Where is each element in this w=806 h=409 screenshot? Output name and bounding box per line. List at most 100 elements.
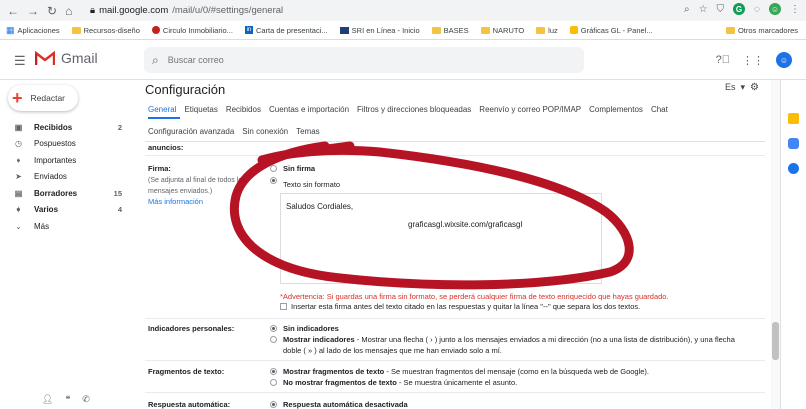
tab-chat[interactable]: Chat bbox=[651, 105, 668, 114]
bookmark-apps[interactable]: ▦ Aplicaciones bbox=[6, 25, 60, 36]
folder-list: ▣ Recibidos 2 ◷ Pospuestos ➧ Importantes ➤ En… bbox=[0, 119, 128, 235]
tab-offline[interactable]: Sin conexión bbox=[242, 127, 288, 136]
chevron-down-icon: ⌄ bbox=[15, 221, 22, 231]
clock-icon: ◷ bbox=[15, 139, 22, 149]
other-bookmarks[interactable]: Otros marcadores bbox=[725, 26, 798, 35]
tab-general[interactable]: General bbox=[148, 105, 176, 114]
search-icon[interactable]: ⌕ bbox=[152, 53, 159, 68]
search-input[interactable] bbox=[167, 55, 468, 65]
address-bar[interactable]: 🔒︎ mail.google.com/mail/u/0/#settings/ge… bbox=[90, 2, 283, 19]
insert-signature-checkbox[interactable]: Insertar esta firma antes del texto cita… bbox=[280, 302, 640, 311]
row-divider bbox=[145, 392, 765, 393]
forward-icon[interactable]: → bbox=[27, 4, 39, 18]
zoom-icon[interactable]: ⌕ bbox=[684, 4, 690, 15]
keep-icon[interactable] bbox=[788, 113, 799, 124]
prev-row-label: anuncios: bbox=[148, 143, 184, 152]
no-indicators-radio[interactable]: Sin indicadores bbox=[270, 324, 339, 333]
radio-dot bbox=[270, 368, 277, 375]
bookmark-item[interactable]: BASES bbox=[431, 26, 469, 35]
folder-icon bbox=[480, 26, 490, 34]
settings-tabs-row2: Configuración avanzada Sin conexión Tema… bbox=[148, 127, 320, 136]
apps-icon[interactable]: ⋮⋮ bbox=[742, 54, 764, 67]
search-bar[interactable]: ⌕ bbox=[144, 47, 584, 73]
tab-forwarding[interactable]: Reenvío y correo POP/IMAP bbox=[479, 105, 581, 114]
hide-snippets-radio[interactable]: No mostrar fragmentos de texto - Se mues… bbox=[270, 378, 517, 387]
no-signature-radio[interactable]: Sin firma bbox=[270, 164, 315, 173]
bookmark-item[interactable]: Circulo Inmobiliario... bbox=[151, 26, 233, 35]
main-menu-icon[interactable]: ☰ bbox=[14, 53, 26, 69]
active-tab-indicator bbox=[148, 117, 180, 119]
sidebar-item-inbox[interactable]: ▣ Recibidos 2 bbox=[0, 119, 128, 136]
compose-button[interactable]: + Redactar bbox=[8, 85, 78, 111]
label-icon: ➧ bbox=[15, 205, 22, 215]
more-info-link[interactable]: Más información bbox=[148, 197, 203, 206]
inbox-icon: ▣ bbox=[14, 122, 23, 132]
profile-avatar[interactable]: ☺ bbox=[769, 3, 781, 15]
gear-icon[interactable]: ⚙ bbox=[750, 82, 759, 93]
sidebar-item-drafts[interactable]: ▤ Borradores 15 bbox=[0, 185, 128, 202]
apps-grid-icon: ▦ bbox=[6, 24, 15, 35]
caret-down-icon: ▾ bbox=[740, 82, 746, 92]
bookmark-item[interactable]: luz bbox=[536, 26, 558, 35]
person-icon[interactable]: 👤︎ bbox=[42, 394, 53, 405]
row-divider bbox=[145, 360, 765, 361]
sri-icon bbox=[339, 26, 349, 34]
send-icon: ➤ bbox=[15, 172, 22, 182]
reload-icon[interactable]: ↻ bbox=[47, 4, 57, 18]
tab-themes[interactable]: Temas bbox=[296, 127, 320, 136]
sidebar-item-more[interactable]: ⌄ Más bbox=[0, 218, 128, 235]
scrollbar-thumb[interactable] bbox=[772, 322, 779, 360]
account-avatar[interactable]: ☺ bbox=[776, 52, 792, 68]
plain-signature-radio[interactable]: Texto sin formato bbox=[270, 176, 340, 189]
show-indicators-radio[interactable]: Mostrar indicadores - Mostrar una flecha… bbox=[270, 335, 735, 344]
bookmark-item[interactable]: Recursos-diseño bbox=[71, 26, 140, 35]
menu-dots-icon[interactable]: ⋮ bbox=[790, 4, 800, 15]
folder-icon bbox=[431, 26, 441, 34]
browser-actions: ⌕ ☆ ⛉ G ◌ ☺ ⋮ bbox=[684, 3, 800, 15]
settings-panel: Configuración Es ▾ ⚙ General Etiquetas Rec… bbox=[135, 80, 771, 409]
sidebar-item-sent[interactable]: ➤ Enviados bbox=[0, 169, 128, 186]
bookmark-item[interactable]: in Carta de presentaci... bbox=[244, 26, 328, 35]
help-icon[interactable]: ?⃝ bbox=[716, 54, 730, 66]
gmail-logo[interactable]: Gmail bbox=[35, 50, 98, 66]
sidebar-item-varios[interactable]: ➧ Varios 4 bbox=[0, 202, 128, 219]
hangouts-icon[interactable]: ❝ bbox=[65, 394, 70, 405]
calendar-icon[interactable] bbox=[788, 163, 799, 174]
bookmark-item[interactable]: NARUTO bbox=[480, 26, 524, 35]
tab-addons[interactable]: Complementos bbox=[589, 105, 643, 114]
radio-dot bbox=[270, 379, 277, 386]
draft-icon: ▤ bbox=[14, 188, 23, 198]
indicators-label: Indicadores personales: bbox=[148, 324, 235, 333]
star-icon[interactable]: ☆ bbox=[699, 4, 708, 15]
tab-advanced[interactable]: Configuración avanzada bbox=[148, 127, 234, 136]
sidebar-item-important[interactable]: ➧ Importantes bbox=[0, 152, 128, 169]
bookmark-item[interactable]: Gráficas GL - Panel... bbox=[569, 26, 653, 35]
unread-count: 2 bbox=[117, 122, 122, 132]
auto-reply-off-radio[interactable]: Respuesta automática desactivada bbox=[270, 400, 408, 409]
snippets-label: Fragmentos de texto: bbox=[148, 367, 225, 376]
signature-editor[interactable]: Saludos Cordiales, graficasgl.wixsite.co… bbox=[280, 193, 602, 284]
extension-icon[interactable]: G bbox=[733, 3, 746, 15]
back-icon[interactable]: ← bbox=[7, 4, 19, 18]
tab-accounts[interactable]: Cuentas e importación bbox=[269, 105, 349, 114]
signature-warning: *Advertencia: Si guardas una firma sin f… bbox=[280, 292, 669, 301]
shield-icon[interactable]: ⛉ bbox=[717, 4, 725, 15]
language-selector[interactable]: Es ▾ ⚙ bbox=[725, 82, 759, 93]
plus-icon: + bbox=[12, 88, 23, 108]
sidebar-item-snoozed[interactable]: ◷ Pospuestos bbox=[0, 136, 128, 153]
home-icon[interactable]: ⌂ bbox=[65, 4, 72, 18]
tasks-icon[interactable] bbox=[788, 138, 799, 149]
radio-dot bbox=[270, 325, 277, 332]
bookmark-item[interactable]: SRI en Línea - Inicio bbox=[339, 26, 420, 35]
tab-labels[interactable]: Etiquetas bbox=[184, 105, 217, 114]
folder-icon bbox=[71, 26, 81, 34]
tab-inbox[interactable]: Recibidos bbox=[226, 105, 261, 114]
radio-dot bbox=[270, 401, 277, 408]
gmail-wordmark: Gmail bbox=[61, 50, 98, 66]
tab-filters[interactable]: Filtros y direcciones bloqueadas bbox=[357, 105, 471, 114]
phone-icon[interactable]: ✆ bbox=[82, 394, 90, 405]
signature-line-1: Saludos Cordiales, bbox=[286, 202, 354, 211]
tabs-divider bbox=[145, 141, 765, 142]
extension-circle-icon[interactable]: ◌ bbox=[754, 4, 760, 15]
show-snippets-radio[interactable]: Mostrar fragmentos de texto - Se muestra… bbox=[270, 367, 649, 376]
